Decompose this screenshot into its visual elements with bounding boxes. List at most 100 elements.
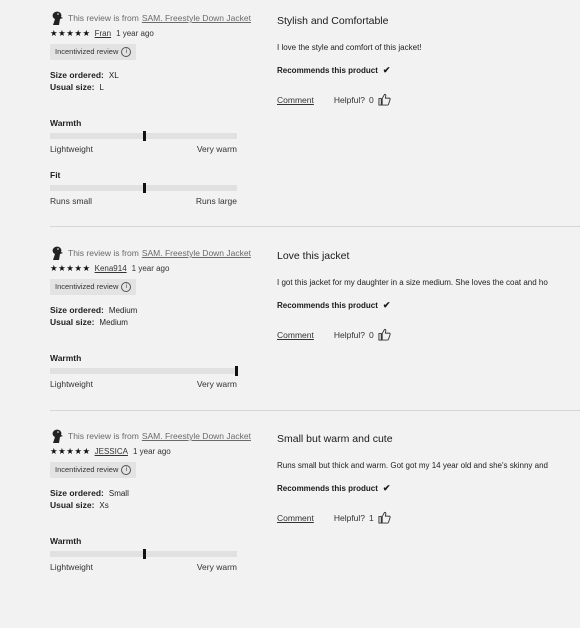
size-ordered-label: Size ordered:	[50, 305, 104, 315]
review-source-prefix: This review is from	[68, 13, 139, 23]
review-card: This review is from SAM. Freestyle Down …	[0, 428, 580, 628]
review-byline: ★★★★★ Fran 1 year ago	[50, 28, 154, 39]
metric-slider-track	[50, 549, 237, 559]
metric-title: Warmth	[50, 118, 82, 128]
helpful-label: Helpful?	[333, 94, 366, 105]
review-title: Stylish and Comfortable	[277, 15, 389, 27]
helpful-count: 0	[369, 94, 374, 105]
review-actions: Comment Helpful? 1	[277, 511, 391, 524]
incentivized-badge: Incentivized review i	[50, 44, 137, 61]
usual-size-value: Xs	[99, 501, 109, 510]
recommends-label: Recommends this product	[277, 301, 378, 310]
star-rating: ★★★★★	[50, 263, 91, 273]
author-link[interactable]: JESSICA	[95, 447, 128, 456]
review-source-prefix: This review is from	[68, 431, 139, 441]
bird-avatar-icon	[52, 246, 63, 260]
metric-slider-marker	[143, 183, 146, 193]
review-body: I love the style and comfort of this jac…	[277, 43, 422, 52]
metric-slider-track	[50, 131, 237, 141]
recommends-product: Recommends this product ✔	[277, 300, 390, 311]
metric-max-label: Runs large	[195, 196, 237, 206]
metric-title: Warmth	[50, 536, 82, 546]
review-age: 1 year ago	[116, 29, 154, 38]
review-title: Small but warm and cute	[277, 433, 393, 445]
review-body: I got this jacket for my daughter in a s…	[277, 278, 548, 287]
thumbs-up-icon[interactable]	[378, 328, 391, 341]
comment-button[interactable]: Comment	[277, 330, 314, 340]
metric-slider-track	[50, 183, 237, 193]
author-link[interactable]: Fran	[95, 29, 111, 38]
metric-min-label: Lightweight	[50, 562, 94, 572]
review-source: This review is from SAM. Freestyle Down …	[50, 245, 251, 261]
comment-button[interactable]: Comment	[277, 513, 314, 523]
bird-avatar-icon	[52, 11, 63, 25]
info-icon[interactable]: i	[121, 465, 132, 476]
metric-min-label: Lightweight	[50, 379, 94, 389]
review-byline: ★★★★★ JESSICA 1 year ago	[50, 446, 171, 457]
metric-title: Fit	[50, 170, 61, 180]
metric-title: Warmth	[50, 353, 82, 363]
size-ordered-value: XL	[108, 71, 119, 80]
size-ordered-value: Small	[108, 489, 129, 498]
comment-button[interactable]: Comment	[277, 95, 314, 105]
usual-size: Usual size: Medium	[50, 317, 128, 327]
metric-max-label: Very warm	[196, 562, 237, 572]
helpful-count: 0	[369, 329, 374, 340]
review-card: This review is from SAM. Freestyle Down …	[0, 245, 580, 445]
review-age: 1 year ago	[131, 264, 170, 273]
review-byline: ★★★★★ Kena914 1 year ago	[50, 263, 169, 274]
incentivized-badge: Incentivized review i	[50, 279, 137, 296]
product-link[interactable]: SAM. Freestyle Down Jacket	[142, 248, 251, 258]
metric-slider-marker	[143, 549, 146, 559]
product-link[interactable]: SAM. Freestyle Down Jacket	[142, 431, 251, 441]
metric-max-label: Very warm	[196, 144, 237, 154]
review-actions: Comment Helpful? 0	[277, 93, 391, 106]
metric-max-label: Very warm	[196, 379, 237, 389]
recommends-label: Recommends this product	[277, 484, 378, 493]
size-ordered: Size ordered: Medium	[50, 305, 137, 315]
metric-slider-marker	[235, 366, 238, 376]
badge-label: Incentivized review	[55, 47, 119, 56]
bird-avatar-icon	[52, 429, 63, 443]
checkmark-icon: ✔	[382, 300, 391, 310]
usual-size-value: L	[99, 83, 104, 92]
info-icon[interactable]: i	[121, 47, 132, 58]
review-title: Love this jacket	[277, 250, 350, 262]
helpful-label: Helpful?	[333, 329, 366, 340]
metric-min-label: Lightweight	[50, 144, 94, 154]
usual-size-value: Medium	[99, 318, 128, 327]
recommends-label: Recommends this product	[277, 66, 378, 75]
star-rating: ★★★★★	[50, 28, 91, 38]
checkmark-icon: ✔	[382, 65, 391, 75]
review-divider	[50, 410, 580, 411]
usual-size: Usual size: Xs	[50, 500, 109, 510]
review-source: This review is from SAM. Freestyle Down …	[50, 10, 251, 26]
helpful-label: Helpful?	[333, 512, 366, 523]
review-source: This review is from SAM. Freestyle Down …	[50, 428, 251, 444]
usual-size-label: Usual size:	[50, 82, 95, 92]
info-icon[interactable]: i	[121, 282, 132, 293]
thumbs-up-icon[interactable]	[378, 93, 391, 106]
size-ordered-label: Size ordered:	[50, 488, 104, 498]
author-link[interactable]: Kena914	[95, 264, 127, 273]
usual-size: Usual size: L	[50, 82, 104, 92]
recommends-product: Recommends this product ✔	[277, 483, 390, 494]
metric-slider-marker	[143, 131, 146, 141]
usual-size-label: Usual size:	[50, 500, 95, 510]
review-actions: Comment Helpful? 0	[277, 328, 391, 341]
badge-label: Incentivized review	[55, 465, 119, 474]
recommends-product: Recommends this product ✔	[277, 65, 390, 76]
product-link[interactable]: SAM. Freestyle Down Jacket	[142, 13, 251, 23]
review-source-prefix: This review is from	[68, 248, 139, 258]
review-card: This review is from SAM. Freestyle Down …	[0, 10, 580, 210]
star-rating: ★★★★★	[50, 446, 91, 456]
checkmark-icon: ✔	[382, 483, 391, 493]
size-ordered-value: Medium	[108, 306, 138, 315]
helpful-count: 1	[369, 512, 374, 523]
badge-label: Incentivized review	[55, 282, 119, 291]
size-ordered: Size ordered: Small	[50, 488, 129, 498]
usual-size-label: Usual size:	[50, 317, 95, 327]
thumbs-up-icon[interactable]	[378, 511, 391, 524]
review-divider	[50, 226, 580, 227]
metric-min-label: Runs small	[50, 196, 93, 206]
